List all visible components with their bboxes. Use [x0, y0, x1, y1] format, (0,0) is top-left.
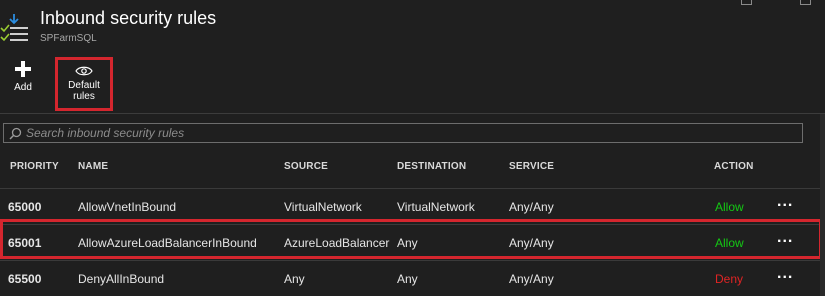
column-header-name[interactable]: NAME [78, 161, 108, 172]
table-header: PRIORITY NAME SOURCE DESTINATION SERVICE… [0, 150, 825, 188]
column-header-action[interactable]: ACTION [714, 161, 754, 172]
eye-icon [75, 66, 93, 76]
table-row[interactable]: 65001 AllowAzureLoadBalancerInBound Azur… [0, 224, 825, 260]
table-row[interactable]: 65500 DenyAllInBound Any Any Any/Any Den… [0, 260, 825, 296]
row-name: AllowVnetInBound [78, 200, 177, 214]
table-row[interactable]: 65000 AllowVnetInBound VirtualNetwork Vi… [0, 188, 825, 224]
column-header-service[interactable]: SERVICE [509, 161, 554, 172]
row-priority: 65001 [8, 236, 42, 250]
default-rules-label-line2: rules [73, 91, 95, 102]
row-source: AzureLoadBalancer [284, 236, 390, 250]
resource-name: SPFarmSQL [40, 33, 97, 44]
search-input[interactable] [26, 125, 786, 141]
scrollbar[interactable] [820, 114, 825, 296]
row-name: AllowAzureLoadBalancerInBound [78, 236, 257, 250]
row-service: Any/Any [509, 236, 554, 250]
row-priority: 65500 [8, 272, 42, 286]
column-header-source[interactable]: SOURCE [284, 161, 328, 172]
row-source: Any [284, 272, 305, 286]
add-label: Add [14, 82, 32, 93]
row-more-button[interactable]: ... [777, 193, 793, 211]
add-button[interactable]: Add [8, 60, 38, 93]
row-destination: VirtualNetwork [397, 200, 475, 214]
window-restore-icon[interactable] [741, 0, 752, 5]
plus-icon [15, 61, 31, 77]
row-name: DenyAllInBound [78, 272, 165, 286]
row-service: Any/Any [509, 272, 554, 286]
row-action: Deny [715, 272, 744, 286]
security-rules-icon [0, 12, 30, 46]
search-icon [9, 127, 22, 140]
row-more-button[interactable]: ... [777, 265, 793, 283]
page-title: Inbound security rules [40, 8, 217, 28]
row-source: VirtualNetwork [284, 200, 362, 214]
row-priority: 65000 [8, 200, 42, 214]
default-rules-button[interactable]: Default rules [55, 57, 113, 111]
row-action: Allow [715, 236, 744, 250]
column-header-priority[interactable]: PRIORITY [10, 161, 59, 172]
row-destination: Any [397, 272, 418, 286]
rules-table: PRIORITY NAME SOURCE DESTINATION SERVICE… [0, 150, 825, 296]
column-header-destination[interactable]: DESTINATION [397, 161, 466, 172]
search-box[interactable] [3, 123, 803, 143]
default-rules-label-line1: Default [68, 80, 100, 91]
row-service: Any/Any [509, 200, 554, 214]
command-bar-divider [0, 113, 825, 114]
row-destination: Any [397, 236, 418, 250]
window-close-icon[interactable] [800, 0, 811, 5]
row-more-button[interactable]: ... [777, 229, 793, 247]
row-action: Allow [715, 200, 744, 214]
